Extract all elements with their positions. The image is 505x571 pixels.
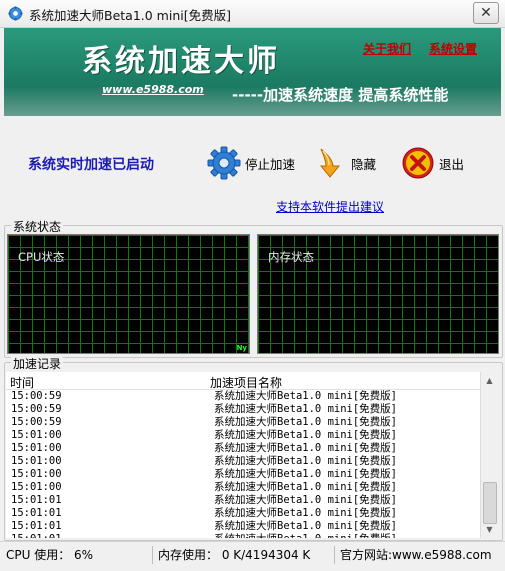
table-row[interactable]: 15:00:59 系统加速大师Beta1.0 mini[免费版] xyxy=(6,416,480,429)
table-row[interactable]: 15:01:00 系统加速大师Beta1.0 mini[免费版] xyxy=(6,481,480,494)
row-time: 15:01:01 xyxy=(11,533,62,538)
gear-icon xyxy=(207,146,241,180)
row-item-name: 系统加速大师Beta1.0 mini[免费版] xyxy=(214,455,398,467)
feedback-link[interactable]: 支持本软件提出建议 xyxy=(276,198,384,215)
banner-title: 系统加速大师 xyxy=(82,44,280,79)
log-table-header: 时间 加速项目名称 xyxy=(6,372,497,390)
table-row[interactable]: 15:01:00 系统加速大师Beta1.0 mini[免费版] xyxy=(6,442,480,455)
row-item-name: 系统加速大师Beta1.0 mini[免费版] xyxy=(214,533,397,538)
accelerate-log-title: 加速记录 xyxy=(11,355,64,372)
cpu-usage: CPU 使用： 6% xyxy=(6,546,153,564)
about-us-link[interactable]: 关于我们 xyxy=(363,40,411,57)
row-item-name: 系统加速大师Beta1.0 mini[免费版] xyxy=(214,507,398,519)
table-row[interactable]: 15:01:01 系统加速大师Beta1.0 mini[免费版] xyxy=(6,520,480,533)
scroll-down-icon[interactable]: ▼ xyxy=(481,521,498,538)
row-time: 15:00:59 xyxy=(11,390,62,402)
stop-accelerate-button[interactable]: 停止加速 xyxy=(207,144,295,182)
row-item-name: 系统加速大师Beta1.0 mini[免费版] xyxy=(214,416,398,428)
row-item-name: 系统加速大师Beta1.0 mini[免费版] xyxy=(214,481,398,493)
cpu-monitor-label: CPU状态 xyxy=(18,250,65,264)
stop-accelerate-label: 停止加速 xyxy=(245,156,296,172)
row-item-name: 系统加速大师Beta1.0 mini[免费版] xyxy=(214,442,398,454)
row-time: 15:01:00 xyxy=(11,455,62,467)
row-item-name: 系统加速大师Beta1.0 mini[免费版] xyxy=(214,403,398,415)
exit-button[interactable]: 退出 xyxy=(401,144,464,182)
log-list: 15:00:59 系统加速大师Beta1.0 mini[免费版] 15:00:59 系… xyxy=(6,390,480,538)
table-row[interactable]: 15:01:00 系统加速大师Beta1.0 mini[免费版] xyxy=(6,455,480,468)
scroll-thumb[interactable] xyxy=(483,482,497,524)
row-time: 15:01:01 xyxy=(11,520,62,532)
memory-usage: 内存使用： 0 K/4194304 K xyxy=(158,546,335,564)
row-time: 15:01:01 xyxy=(11,507,62,519)
row-item-name: 系统加速大师Beta1.0 mini[免费版] xyxy=(214,494,398,506)
hide-label: 隐藏 xyxy=(351,156,377,172)
banner-slogan: -----加速系统速度 提高系统性能 xyxy=(232,86,449,104)
cpu-monitor-tick: Ny xyxy=(236,344,247,352)
row-item-name: 系统加速大师Beta1.0 mini[免费版] xyxy=(214,520,398,532)
row-item-name: 系统加速大师Beta1.0 mini[免费版] xyxy=(214,429,398,441)
table-row[interactable]: 15:01:01 系统加速大师Beta1.0 mini[免费版] xyxy=(6,533,480,538)
cpu-monitor: CPU状态 Ny xyxy=(7,234,250,354)
row-time: 15:00:59 xyxy=(11,403,62,415)
log-scrollbar[interactable]: ▲ ▼ xyxy=(480,372,498,538)
table-row[interactable]: 15:01:00 系统加速大师Beta1.0 mini[免费版] xyxy=(6,468,480,481)
row-time: 15:01:00 xyxy=(11,442,62,454)
column-item-name[interactable]: 加速项目名称 xyxy=(210,374,282,391)
system-status-title: 系统状态 xyxy=(11,218,64,235)
row-time: 15:00:59 xyxy=(11,416,62,428)
table-row[interactable]: 15:01:01 系统加速大师Beta1.0 mini[免费版] xyxy=(6,494,480,507)
scroll-up-icon[interactable]: ▲ xyxy=(481,372,498,389)
acceleration-status: 系统实时加速已启动 xyxy=(28,157,154,173)
close-button[interactable]: ✕ xyxy=(473,2,499,24)
banner: 系统加速大师 www.e5988.com -----加速系统速度 提高系统性能 … xyxy=(4,28,501,116)
title-bar: 系统加速大师Beta1.0 mini[免费版] ✕ xyxy=(0,0,505,28)
row-time: 15:01:00 xyxy=(11,429,62,441)
exit-label: 退出 xyxy=(439,156,465,172)
table-row[interactable]: 15:01:01 系统加速大师Beta1.0 mini[免费版] xyxy=(6,507,480,520)
table-row[interactable]: 15:01:00 系统加速大师Beta1.0 mini[免费版] xyxy=(6,429,480,442)
status-bar: CPU 使用： 6% 内存使用： 0 K/4194304 K 官方网站:www.… xyxy=(0,541,505,571)
app-gear-icon xyxy=(8,6,23,21)
banner-url-link[interactable]: www.e5988.com xyxy=(102,83,204,96)
table-row[interactable]: 15:00:59 系统加速大师Beta1.0 mini[免费版] xyxy=(6,390,480,403)
column-time[interactable]: 时间 xyxy=(10,374,34,391)
row-time: 15:01:01 xyxy=(11,494,62,506)
row-item-name: 系统加速大师Beta1.0 mini[免费版] xyxy=(214,468,398,480)
close-icon: ✕ xyxy=(480,5,492,21)
close-circle-icon xyxy=(402,147,434,179)
row-item-name: 系统加速大师Beta1.0 mini[免费版] xyxy=(214,390,398,402)
hide-button[interactable]: 隐藏 xyxy=(313,144,376,182)
memory-monitor-label: 内存状态 xyxy=(268,250,314,264)
down-arrow-icon xyxy=(319,148,341,178)
table-row[interactable]: 15:00:59 系统加速大师Beta1.0 mini[免费版] xyxy=(6,403,480,416)
memory-monitor: 内存状态 xyxy=(257,234,499,354)
window-title: 系统加速大师Beta1.0 mini[免费版] xyxy=(29,8,231,23)
official-site: 官方网站:www.e5988.com xyxy=(340,548,492,562)
row-time: 15:01:00 xyxy=(11,481,62,493)
settings-link[interactable]: 系统设置 xyxy=(429,40,477,57)
row-time: 15:01:00 xyxy=(11,468,62,480)
